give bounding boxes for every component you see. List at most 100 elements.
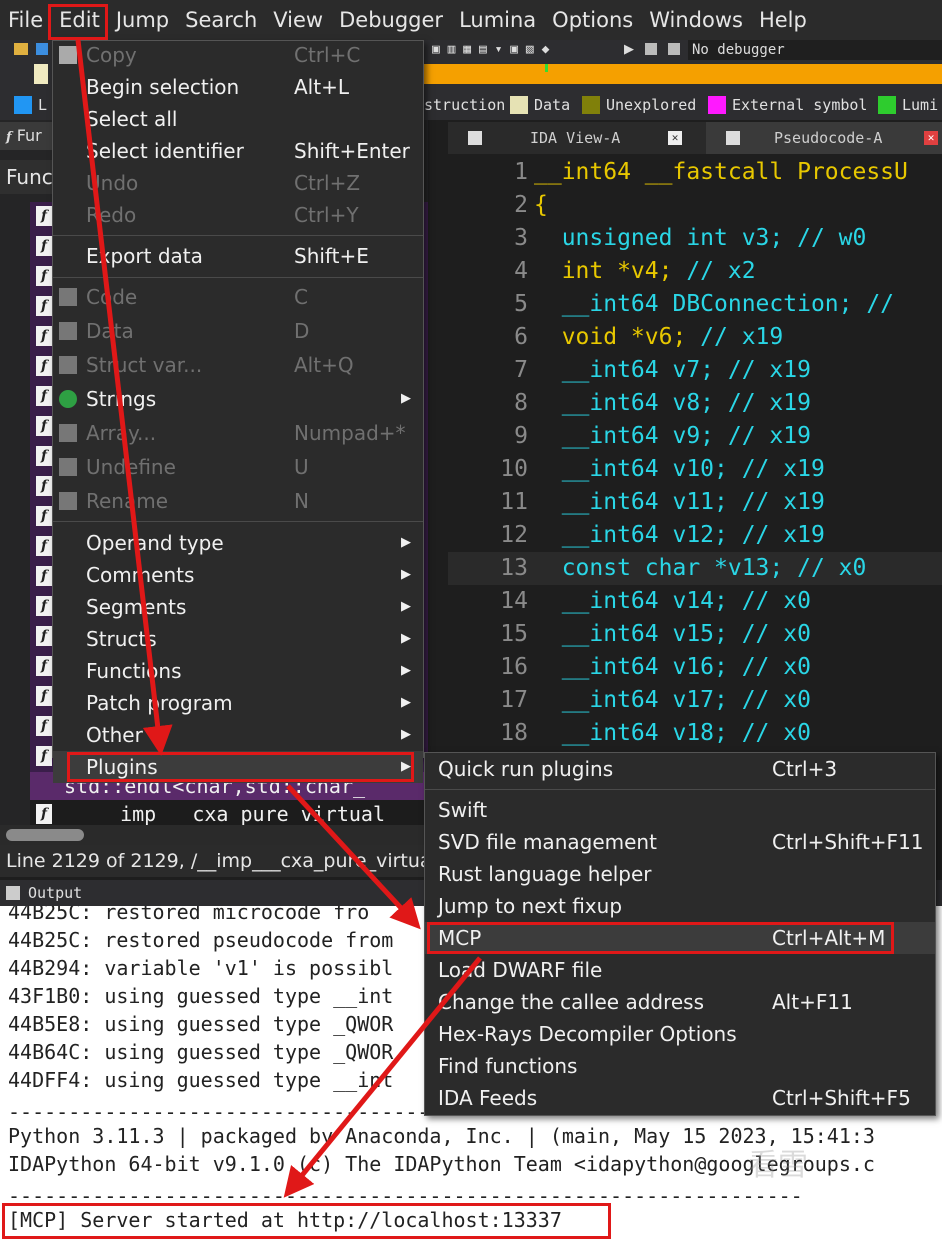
edit-menu-item-structs[interactable]: Structs ▶ — [53, 623, 423, 655]
edit-menu-item-functions[interactable]: Functions ▶ — [53, 655, 423, 687]
edit-menu-item-export-data[interactable]: Export data Shift+E — [53, 240, 423, 272]
code-line[interactable]: 15 __int64 v15; // x0 — [448, 618, 942, 651]
code-line[interactable]: 7 __int64 v7; // x19 — [448, 354, 942, 387]
run-icon[interactable]: ▶ — [624, 42, 634, 57]
menu-item-label: Strings — [86, 387, 157, 411]
plugin-item-find-functions[interactable]: Find functions — [425, 1050, 935, 1082]
functions-tab[interactable]: f Fur — [0, 122, 52, 150]
line-number: 15 — [500, 621, 528, 647]
edit-menu-item-comments[interactable]: Comments ▶ — [53, 559, 423, 591]
code-line[interactable]: 13 const char *v13; // x0 — [448, 552, 942, 585]
menu-view[interactable]: View — [265, 1, 331, 39]
tab-ida-view[interactable]: IDA View-A ✕ — [448, 122, 702, 154]
functions-row-selected[interactable]: f __imp___cxa_pure_virtual — [30, 800, 428, 828]
menu-item-label: Undefine — [86, 455, 176, 479]
edit-menu-item-undo[interactable]: Undo Ctrl+Z — [53, 167, 423, 199]
stop-icon[interactable] — [668, 43, 680, 55]
menu-jump[interactable]: Jump — [108, 1, 177, 39]
function-icon: f — [36, 296, 52, 316]
code-line[interactable]: 8 __int64 v8; // x19 — [448, 387, 942, 420]
menu-separator — [53, 235, 423, 236]
edit-menu-item-code[interactable]: Code C — [53, 281, 423, 313]
status-line: Line 2129 of 2129, /__imp___cxa_pure_vir… — [0, 845, 428, 877]
edit-menu-item-strings[interactable]: Strings ▶ — [53, 383, 423, 415]
pause-icon[interactable] — [645, 43, 657, 55]
plugin-item-hex-rays-decompiler-options[interactable]: Hex-Rays Decompiler Options — [425, 1018, 935, 1050]
edit-menu-item-undefine[interactable]: Undefine U — [53, 451, 423, 483]
edit-menu-item-patch-program[interactable]: Patch program ▶ — [53, 687, 423, 719]
menu-item-label: Rename — [86, 489, 169, 513]
menu-windows[interactable]: Windows — [641, 1, 751, 39]
plugin-item-rust-language-helper[interactable]: Rust language helper — [425, 858, 935, 890]
code-text: int *v4; — [534, 258, 687, 284]
edit-menu-item-struct-var[interactable]: Struct var... Alt+Q — [53, 349, 423, 381]
edit-menu-item-operand-type[interactable]: Operand type ▶ — [53, 527, 423, 559]
close-icon[interactable]: ✕ — [668, 131, 682, 145]
tab-pseudocode[interactable]: Pseudocode-A ✕ — [706, 122, 942, 154]
plugin-item-svd-file-management[interactable]: SVD file management Ctrl+Shift+F11 — [425, 826, 935, 858]
output-line: 43F1B0: using guessed type __int — [8, 984, 394, 1008]
plugin-item-load-dwarf-file[interactable]: Load DWARF file — [425, 954, 935, 986]
code-line[interactable]: 17 __int64 v17; // x0 — [448, 684, 942, 717]
plugin-item-jump-to-next-fixup[interactable]: Jump to next fixup — [425, 890, 935, 922]
code-line[interactable]: 5 __int64 DBConnection; // — [448, 288, 942, 321]
toolbar-icons[interactable]: ▣ ▥ ▦ ▤ ▾ ▣ ▧ ◆ — [432, 42, 602, 58]
menu-debugger[interactable]: Debugger — [331, 1, 451, 39]
pseudocode-view[interactable]: 1 __int64 __fastcall ProcessU 2{3 unsigned… — [448, 154, 942, 754]
edit-menu-item-rename[interactable]: Rename N — [53, 485, 423, 517]
code-line[interactable]: 4 int *v4; // x2 — [448, 255, 942, 288]
output-line: IDAPython 64-bit v9.1.0 (c) The IDAPytho… — [8, 1152, 875, 1176]
function-icon: f — [36, 686, 52, 706]
plugin-item-swift[interactable]: Swift — [425, 794, 935, 826]
copy-icon — [59, 46, 77, 64]
highlight-plugins-item — [67, 752, 414, 782]
code-line[interactable]: 11 __int64 v11; // x19 — [448, 486, 942, 519]
edit-menu-item-copy[interactable]: Copy Ctrl+C — [53, 39, 423, 71]
close-icon[interactable]: ✕ — [924, 131, 938, 145]
output-line: 44B25C: restored microcode fro — [8, 906, 370, 924]
menu-help[interactable]: Help — [751, 1, 815, 39]
edit-menu-item-data[interactable]: Data D — [53, 315, 423, 347]
menu-item-label: Find functions — [438, 1054, 578, 1078]
code-line[interactable]: 16 __int64 v16; // x0 — [448, 651, 942, 684]
code-line[interactable]: 18 __int64 v18; // x0 — [448, 717, 942, 750]
output-line: 44B294: variable 'v1' is possibl — [8, 956, 394, 980]
function-icon: f — [6, 130, 12, 145]
edit-menu-item-other[interactable]: Other ▶ — [53, 719, 423, 751]
code-line[interactable]: 2{ — [448, 189, 942, 222]
plugin-item-ida-feeds[interactable]: IDA Feeds Ctrl+Shift+F5 — [425, 1082, 935, 1114]
code-line[interactable]: 3 unsigned int v3; // w0 — [448, 222, 942, 255]
code-line[interactable]: 1 __int64 __fastcall ProcessU — [448, 156, 942, 189]
save-icon[interactable] — [36, 43, 48, 55]
code-text: __int64 __fastcall ProcessU — [534, 159, 908, 185]
code-line[interactable]: 6 void *v6; // x19 — [448, 321, 942, 354]
code-line[interactable]: 9 __int64 v9; // x19 — [448, 420, 942, 453]
edit-menu-item-begin-selection[interactable]: Begin selection Alt+L — [53, 71, 423, 103]
function-icon: f — [36, 746, 52, 766]
edit-menu-item-segments[interactable]: Segments ▶ — [53, 591, 423, 623]
menu-options[interactable]: Options — [544, 1, 641, 39]
menu-file[interactable]: File — [0, 1, 51, 39]
edit-menu-item-select-identifier[interactable]: Select identifier Shift+Enter — [53, 135, 423, 167]
menu-item-shortcut: Ctrl+Y — [294, 203, 359, 227]
edit-menu-item-select-all[interactable]: Select all — [53, 103, 423, 135]
legend-label: External symbol — [732, 96, 868, 114]
plugin-item-change-the-callee-address[interactable]: Change the callee address Alt+F11 — [425, 986, 935, 1018]
code-line[interactable]: 10 __int64 v10; // x19 — [448, 453, 942, 486]
menu-item-label: Redo — [86, 203, 137, 227]
menu-lumina[interactable]: Lumina — [451, 1, 544, 39]
legend-swatch — [878, 96, 896, 114]
scrollbar-thumb[interactable] — [6, 829, 84, 841]
edit-menu-item-array[interactable]: Array... Numpad+* — [53, 417, 423, 449]
code-line[interactable]: 14 __int64 v14; // x0 — [448, 585, 942, 618]
plugin-item-quick-run-plugins[interactable]: Quick run plugins Ctrl+3 — [425, 753, 935, 785]
open-icon[interactable] — [14, 43, 28, 55]
menu-search[interactable]: Search — [177, 1, 265, 39]
menu-item-label: Begin selection — [86, 75, 240, 99]
code-text: // x19 — [700, 324, 784, 350]
code-line[interactable]: 12 __int64 v12; // x19 — [448, 519, 942, 552]
debugger-select[interactable]: No debugger — [688, 40, 942, 60]
functions-header[interactable]: Func — [0, 160, 60, 194]
horizontal-scrollbar[interactable] — [0, 825, 428, 845]
edit-menu-item-redo[interactable]: Redo Ctrl+Y — [53, 199, 423, 231]
